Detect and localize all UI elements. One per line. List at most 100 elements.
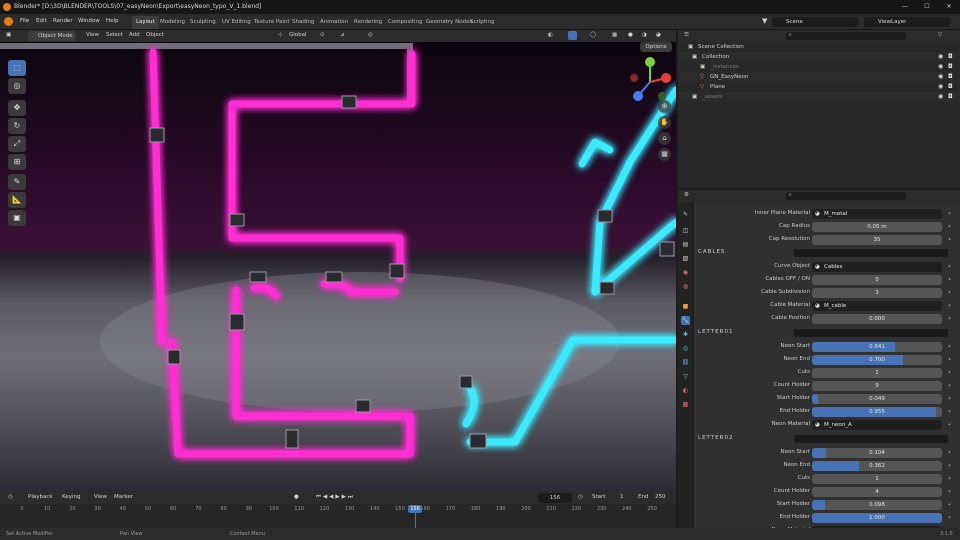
menu-window[interactable]: Window bbox=[78, 18, 100, 24]
object-selector[interactable]: ◕ Cables bbox=[812, 262, 942, 272]
blender-menu-icon[interactable] bbox=[4, 17, 13, 26]
workspace-tab-rendering[interactable]: Rendering bbox=[350, 16, 386, 29]
keyframe-dot-icon[interactable]: • bbox=[948, 303, 951, 309]
scene-tab-icon[interactable]: ◉ bbox=[681, 268, 690, 277]
minimize-icon[interactable]: — bbox=[894, 0, 916, 14]
keyframe-dot-icon[interactable]: • bbox=[948, 370, 951, 376]
cursor-icon[interactable]: ◎ bbox=[8, 78, 26, 94]
property-field[interactable]: 0 bbox=[812, 275, 942, 285]
close-icon[interactable]: ✕ bbox=[938, 0, 960, 14]
3d-viewport[interactable]: Options ⊕ ✋ ⌂ ▦ bbox=[0, 42, 676, 492]
property-field[interactable]: 1 bbox=[812, 474, 942, 484]
start-field[interactable]: 1 bbox=[620, 494, 624, 500]
workspace-tab-texture-paint[interactable]: Texture Paint bbox=[250, 16, 294, 29]
outliner-search-input[interactable]: ⌕ bbox=[786, 32, 906, 40]
grid-view-icon[interactable]: ▦ bbox=[658, 148, 671, 161]
playhead[interactable]: 156 bbox=[408, 505, 423, 513]
outliner-editor-icon[interactable]: ☰ bbox=[684, 32, 689, 38]
menu-render[interactable]: Render bbox=[53, 18, 73, 24]
menu-playback[interactable]: Playback bbox=[28, 494, 53, 500]
record-icon[interactable]: ● bbox=[294, 494, 299, 500]
pivot-icon[interactable]: ⊙ bbox=[320, 32, 325, 38]
property-field[interactable]: 4 bbox=[812, 487, 942, 497]
world-tab-icon[interactable]: ◍ bbox=[681, 282, 690, 291]
menu-marker[interactable]: Marker bbox=[114, 494, 133, 500]
outliner-row[interactable]: ▣ _assets ◉ ◘ bbox=[678, 92, 960, 102]
properties-editor-icon[interactable]: ⚙ bbox=[684, 192, 689, 198]
overlay-icon[interactable]: ◯ bbox=[590, 32, 596, 38]
visibility-icon[interactable]: ◐ bbox=[548, 32, 553, 38]
orientation-selector[interactable]: Global bbox=[289, 32, 307, 38]
camera-icon[interactable]: ◘ bbox=[948, 52, 953, 62]
workspace-tab-compositing[interactable]: Compositing bbox=[384, 16, 426, 29]
keyframe-dot-icon[interactable]: • bbox=[948, 502, 951, 508]
material-selector[interactable]: ◕M_neon_B bbox=[812, 526, 942, 528]
keyframe-dot-icon[interactable]: • bbox=[948, 422, 951, 428]
keyframe-dot-icon[interactable]: • bbox=[948, 476, 951, 482]
physics-tab-icon[interactable]: ◎ bbox=[681, 344, 690, 353]
constraints-tab-icon[interactable]: ⛓ bbox=[681, 358, 690, 367]
property-field[interactable]: 0.05 m bbox=[812, 222, 942, 232]
texture-tab-icon[interactable]: ▩ bbox=[681, 400, 690, 409]
keyframe-dot-icon[interactable]: • bbox=[948, 463, 951, 469]
menu-file[interactable]: File bbox=[20, 18, 29, 24]
pan-icon[interactable]: ✋ bbox=[658, 116, 671, 129]
material-selector[interactable]: ◕ M_neon_A bbox=[812, 420, 942, 430]
menu-edit[interactable]: Edit bbox=[36, 18, 47, 24]
property-field[interactable]: 1 bbox=[812, 368, 942, 378]
keyframe-dot-icon[interactable]: • bbox=[948, 316, 951, 322]
modifier-tab-icon[interactable]: 🔧 bbox=[681, 316, 690, 325]
proportional-edit-icon[interactable]: ◎ bbox=[368, 32, 373, 38]
keyframe-dot-icon[interactable]: • bbox=[948, 489, 951, 495]
camera-icon[interactable]: ◘ bbox=[948, 62, 953, 72]
add-cube-icon[interactable]: ▣ bbox=[8, 210, 26, 226]
tool-tab-icon[interactable]: ✎ bbox=[681, 210, 690, 219]
outliner-row[interactable]: ▽ GN_EasyNeon ◉ ◘ bbox=[678, 72, 960, 82]
workspace-tab-shading[interactable]: Shading bbox=[288, 16, 318, 29]
xray-icon[interactable]: ▦ bbox=[612, 32, 617, 38]
filter-icon[interactable]: ▽ bbox=[938, 32, 942, 38]
object-tab-icon[interactable]: ■ bbox=[681, 302, 690, 311]
mode-selector[interactable]: Object Mode bbox=[28, 31, 76, 41]
menu-add[interactable]: Add bbox=[129, 32, 140, 38]
editor-type-icon-timeline[interactable]: ◷ bbox=[8, 494, 13, 500]
property-field[interactable]: 9 bbox=[812, 381, 942, 391]
eye-icon[interactable]: ◉ bbox=[938, 72, 943, 82]
preview-range-icon[interactable]: ◷ bbox=[578, 494, 583, 500]
keyframe-dot-icon[interactable]: • bbox=[948, 450, 951, 456]
workspace-tab-layout[interactable]: Layout bbox=[132, 16, 159, 29]
view-layer-selector[interactable]: ViewLayer bbox=[864, 17, 950, 27]
keyframe-dot-icon[interactable]: • bbox=[948, 409, 951, 415]
transform-icon[interactable]: ⊞ bbox=[8, 154, 26, 170]
keyframe-dot-icon[interactable]: • bbox=[948, 383, 951, 389]
material-selector[interactable]: ◕ M_metal bbox=[812, 209, 942, 219]
keyframe-dot-icon[interactable]: • bbox=[948, 515, 951, 521]
keyframe-dot-icon[interactable]: • bbox=[948, 237, 951, 243]
end-field[interactable]: 250 bbox=[655, 494, 666, 500]
menu-select[interactable]: Select bbox=[106, 32, 123, 38]
shading-rendered-icon[interactable]: ◕ bbox=[656, 32, 661, 38]
move-icon[interactable]: ✥ bbox=[8, 100, 26, 116]
current-frame-field[interactable]: 156 bbox=[538, 493, 572, 503]
scale-icon[interactable]: ⤢ bbox=[8, 136, 26, 152]
camera-icon[interactable]: ◘ bbox=[948, 92, 953, 102]
menu-keying[interactable]: Keying bbox=[62, 494, 80, 500]
data-tab-icon[interactable]: ▽ bbox=[681, 372, 690, 381]
property-field[interactable]: 0.955 bbox=[812, 407, 942, 417]
camera-icon[interactable]: ◘ bbox=[948, 72, 953, 82]
property-field[interactable]: 0.362 bbox=[812, 461, 942, 471]
measure-icon[interactable]: 📐 bbox=[8, 192, 26, 208]
output-tab-icon[interactable]: ▤ bbox=[681, 240, 690, 249]
outliner-row[interactable]: ▣ _instances ◉ ◘ bbox=[678, 62, 960, 72]
rotate-icon[interactable]: ↻ bbox=[8, 118, 26, 134]
keyframe-dot-icon[interactable]: • bbox=[948, 344, 951, 350]
shading-material-icon[interactable]: ◑ bbox=[642, 32, 647, 38]
eye-icon[interactable]: ◉ bbox=[938, 52, 943, 62]
menu-view-timeline[interactable]: View bbox=[94, 494, 107, 500]
property-field[interactable]: 0.000 bbox=[812, 314, 942, 324]
property-field[interactable]: 3 bbox=[812, 288, 942, 298]
outliner-row[interactable]: ▽ Plane ◉ ◘ bbox=[678, 82, 960, 92]
property-field[interactable]: 35 bbox=[812, 235, 942, 245]
workspace-tab-animation[interactable]: Animation bbox=[316, 16, 352, 29]
shading-solid-icon[interactable]: ● bbox=[628, 32, 633, 38]
